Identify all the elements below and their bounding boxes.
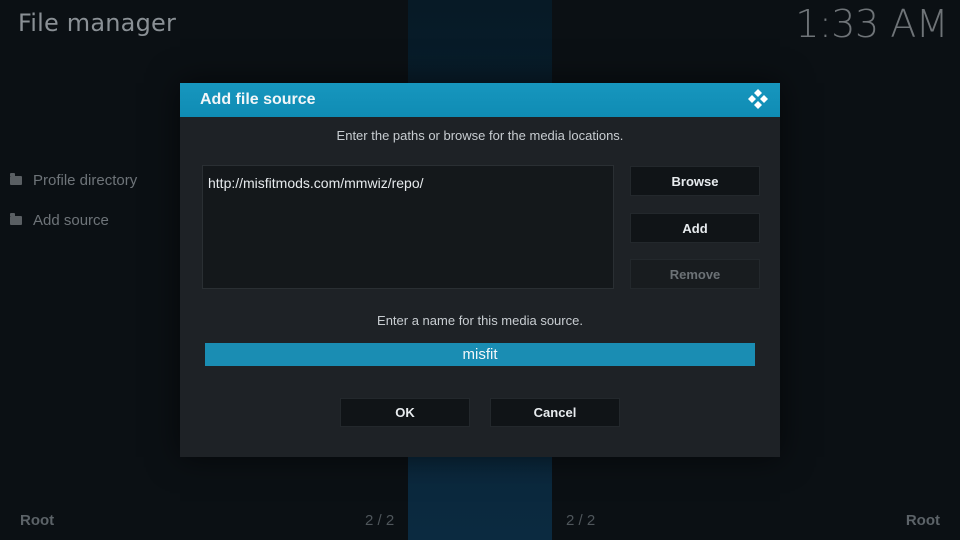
add-file-source-dialog: Add file source Enter the paths or brows… (180, 83, 780, 457)
dialog-title: Add file source (200, 91, 316, 108)
app-title: File manager (18, 9, 177, 37)
remove-button[interactable]: Remove (630, 259, 760, 289)
ok-button[interactable]: OK (340, 398, 470, 427)
paths-list[interactable]: http://misfitmods.com/mmwiz/repo/ (202, 165, 614, 289)
name-instruction: Enter a name for this media source. (377, 313, 583, 328)
source-list: Profile directory Add source (10, 168, 137, 248)
kodi-logo-icon (748, 89, 768, 109)
kodi-screen: File manager 1:33 AM Profile directory A… (0, 0, 960, 540)
source-item-label: Profile directory (33, 171, 138, 189)
clock: 1:33 AM (795, 2, 948, 46)
folder-icon (10, 172, 22, 185)
source-item-profile-directory[interactable]: Profile directory (10, 168, 137, 192)
paths-instruction: Enter the paths or browse for the media … (336, 128, 624, 143)
source-name-input[interactable]: misfit (205, 343, 755, 366)
footer-right-path: Root (905, 512, 940, 529)
add-button[interactable]: Add (630, 213, 760, 243)
source-item-add-source[interactable]: Add source (10, 208, 137, 232)
source-item-label: Add source (33, 211, 109, 229)
dialog-header: Add file source (180, 83, 780, 117)
right-page-indicator: 2 / 2 (566, 512, 596, 529)
browse-button[interactable]: Browse (630, 166, 760, 196)
folder-icon (10, 212, 22, 225)
left-page-indicator: 2 / 2 (365, 512, 395, 529)
path-item[interactable]: http://misfitmods.com/mmwiz/repo/ (208, 175, 424, 191)
footer-left-path: Root (20, 512, 55, 529)
cancel-button[interactable]: Cancel (490, 398, 620, 427)
